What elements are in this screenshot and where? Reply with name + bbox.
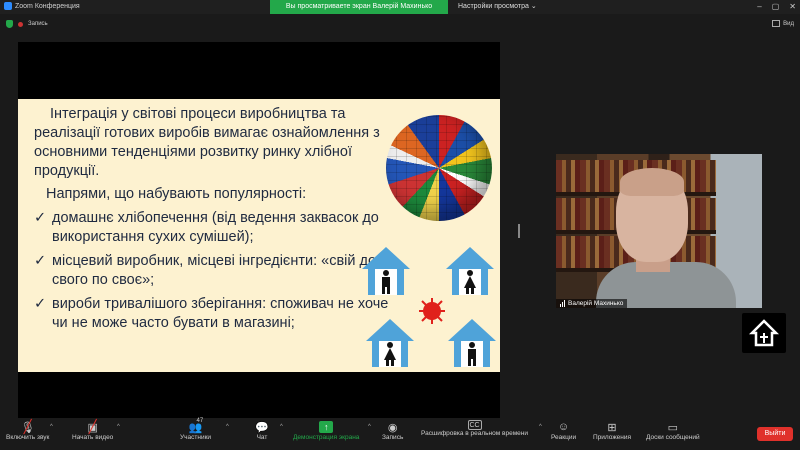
bullet-text: місцевий виробник, місцеві інгредієнти: … [52, 253, 377, 288]
presentation-slide: Інтеграція у світові процеси виробництва… [18, 99, 500, 372]
share-screen-icon: ↑ [318, 420, 334, 434]
leave-button[interactable]: Выйти [757, 427, 793, 441]
participants-count: 47 [196, 418, 204, 424]
mute-button[interactable]: 🎙 ╱ Включить звук [6, 419, 50, 441]
close-icon[interactable]: ✕ [789, 2, 796, 11]
window-controls: – ▢ ✕ [757, 2, 796, 11]
participants-button[interactable]: 👥 47 Участники [180, 418, 212, 441]
person-hair [620, 168, 684, 196]
house-man-icon [362, 247, 410, 295]
title-bar: Zoom Конференция Вы просматриваете экран… [0, 0, 800, 14]
slide-bullet: ✓ місцевий виробник, місцеві інгредієнти… [34, 252, 394, 290]
view-label: Вид [783, 20, 794, 27]
maximize-icon[interactable]: ▢ [772, 2, 780, 11]
grid-view-icon [772, 20, 781, 27]
view-options-label: Настройки просмотра [458, 3, 529, 10]
slide-text: Інтеграція у світові процеси виробництва… [34, 105, 394, 333]
meeting-info-bar: Запись Вид [0, 14, 800, 34]
participant-video[interactable]: Валерій Махинько [556, 154, 762, 308]
audio-level-icon [560, 300, 565, 307]
chevron-up-icon[interactable]: ^ [368, 424, 371, 430]
check-icon: ✓ [34, 296, 47, 312]
chevron-up-icon[interactable]: ^ [226, 424, 229, 430]
whiteboard-icon: ▭ [667, 421, 679, 434]
share-label: Демонстрация экрана [293, 434, 360, 441]
shield-icon[interactable] [6, 20, 13, 28]
app-title-area: Zoom Конференция [4, 2, 80, 10]
chevron-down-icon: ⌄ [530, 3, 537, 10]
slide-directions-title: Напрями, що набувають популярності: [46, 186, 307, 202]
bullet-text: вироби тривалішого зберігання: споживач … [52, 296, 389, 331]
smiley-icon: ☺ [557, 421, 570, 433]
participants-icon: 👥 47 [188, 418, 204, 434]
meeting-toolbar: 🎙 ╱ Включить звук ^ ▣ ╱ Начать видео ^ 👥 47… [0, 418, 800, 450]
microphone-muted-icon: 🎙 ╱ [20, 419, 35, 434]
mute-label: Включить звук [6, 434, 50, 441]
panel-resize-handle[interactable] [518, 224, 520, 238]
whiteboard-label: Доски сообщений [646, 434, 700, 441]
chevron-up-icon[interactable]: ^ [50, 424, 53, 430]
check-icon: ✓ [34, 210, 47, 226]
house-woman-icon [366, 319, 414, 367]
chevron-up-icon[interactable]: ^ [539, 424, 542, 430]
slide-bullet: ✓ вироби тривалішого зберігання: спожива… [34, 295, 394, 333]
slide-intro: Інтеграція у світові процеси виробництва… [34, 106, 380, 179]
view-button[interactable]: Вид [772, 20, 794, 27]
whiteboards-button[interactable]: ▭ Доски сообщений [646, 420, 700, 442]
reactions-label: Реакции [551, 434, 577, 441]
participants-label: Участники [180, 434, 212, 441]
app-title: Zoom Конференция [15, 2, 80, 10]
share-screen-button[interactable]: ↑ Демонстрация экрана [293, 420, 359, 441]
chevron-up-icon[interactable]: ^ [117, 424, 120, 430]
recording-label: Запись [28, 21, 48, 27]
apps-button[interactable]: ⊞ Приложения [593, 420, 632, 442]
cc-label: Расшифровка в реальном времени [421, 430, 529, 437]
minimize-icon[interactable]: – [757, 2, 761, 11]
record-button[interactable]: ◉ Запись [382, 420, 404, 442]
chat-button[interactable]: 💬 Чат [254, 420, 270, 442]
screen-share-banner: Вы просматриваете экран Валерій Махинько [270, 0, 448, 14]
chevron-up-icon[interactable]: ^ [280, 424, 283, 430]
house-man-icon [448, 319, 496, 367]
record-label: Запись [382, 434, 404, 441]
bullet-text: домашнє хлібопечення (від ведення заквас… [52, 210, 379, 245]
flags-globe-image [386, 115, 492, 221]
view-options-menu[interactable]: Настройки просмотра ⌄ [458, 2, 537, 10]
check-icon: ✓ [34, 253, 47, 269]
virus-icon [419, 298, 445, 324]
app-shortcut-button[interactable] [742, 313, 786, 353]
participant-name: Валерій Махинько [568, 300, 624, 307]
chat-label: Чат [256, 434, 268, 441]
recording-dot-icon [18, 21, 23, 27]
record-icon: ◉ [387, 421, 398, 434]
recording-indicator[interactable]: Запись [6, 20, 48, 28]
zoom-logo-icon [4, 2, 12, 10]
apps-icon: ⊞ [607, 421, 617, 434]
participant-name-tag: Валерій Махинько [556, 299, 628, 308]
start-video-button[interactable]: ▣ ╱ Начать видео [72, 419, 114, 441]
video-off-icon: ▣ ╱ [87, 419, 98, 434]
house-woman-icon [446, 247, 494, 295]
apps-label: Приложения [593, 434, 632, 441]
app-logo-icon [748, 319, 780, 347]
chat-icon: 💬 [255, 421, 269, 434]
reactions-button[interactable]: ☺ Реакции [551, 420, 576, 441]
slide-bullet: ✓ домашнє хлібопечення (від ведення закв… [34, 209, 394, 247]
video-label: Начать видео [72, 434, 114, 441]
live-transcript-button[interactable]: CC Расшифровка в реальном времени [421, 420, 528, 437]
cc-icon: CC [467, 420, 482, 430]
shared-screen: Інтеграція у світові процеси виробництва… [18, 42, 500, 420]
